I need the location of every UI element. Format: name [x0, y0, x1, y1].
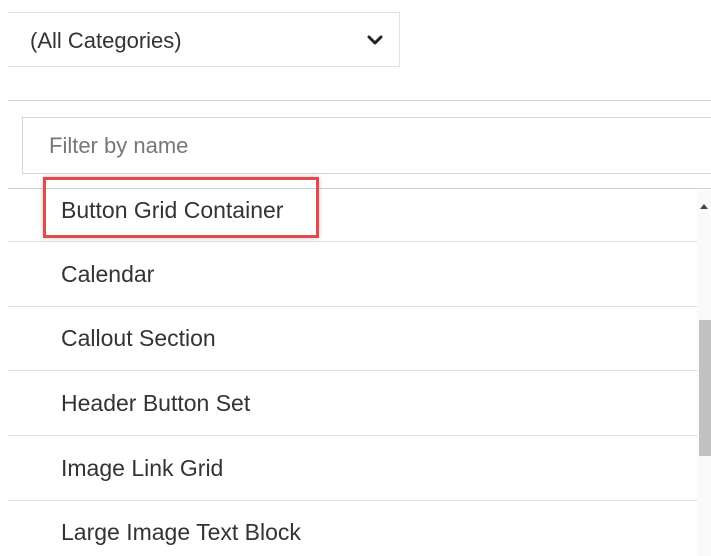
list-item-label: Header Button Set [61, 390, 251, 416]
list-scrollbar[interactable] [697, 190, 711, 556]
category-dropdown[interactable]: (All Categories) [8, 12, 400, 67]
section-divider [8, 100, 711, 101]
list-item-calendar[interactable]: Calendar [8, 243, 697, 307]
list-top-border [8, 188, 711, 189]
list-item-header-button-set[interactable]: Header Button Set [8, 372, 697, 436]
list-item-label: Calendar [61, 261, 155, 287]
list-item-image-link-grid[interactable]: Image Link Grid [8, 437, 697, 501]
filter-by-name-input[interactable] [22, 117, 711, 174]
list-item-label: Callout Section [61, 325, 216, 351]
component-list: Button Grid Container Calendar Callout S… [0, 178, 697, 556]
list-item-label: Button Grid Container [61, 197, 284, 223]
list-item-label: Large Image Text Block [61, 519, 301, 545]
scroll-up-arrow-icon[interactable] [700, 204, 708, 209]
scrollbar-thumb[interactable] [699, 320, 711, 456]
chevron-down-icon [367, 35, 383, 45]
category-dropdown-value: (All Categories) [30, 28, 182, 53]
list-item-label: Image Link Grid [61, 455, 224, 481]
list-item-large-image-text-block[interactable]: Large Image Text Block [8, 501, 697, 556]
component-picker-panel: (All Categories) Button Grid Container C… [0, 0, 711, 556]
list-item-callout-section[interactable]: Callout Section [8, 307, 697, 371]
